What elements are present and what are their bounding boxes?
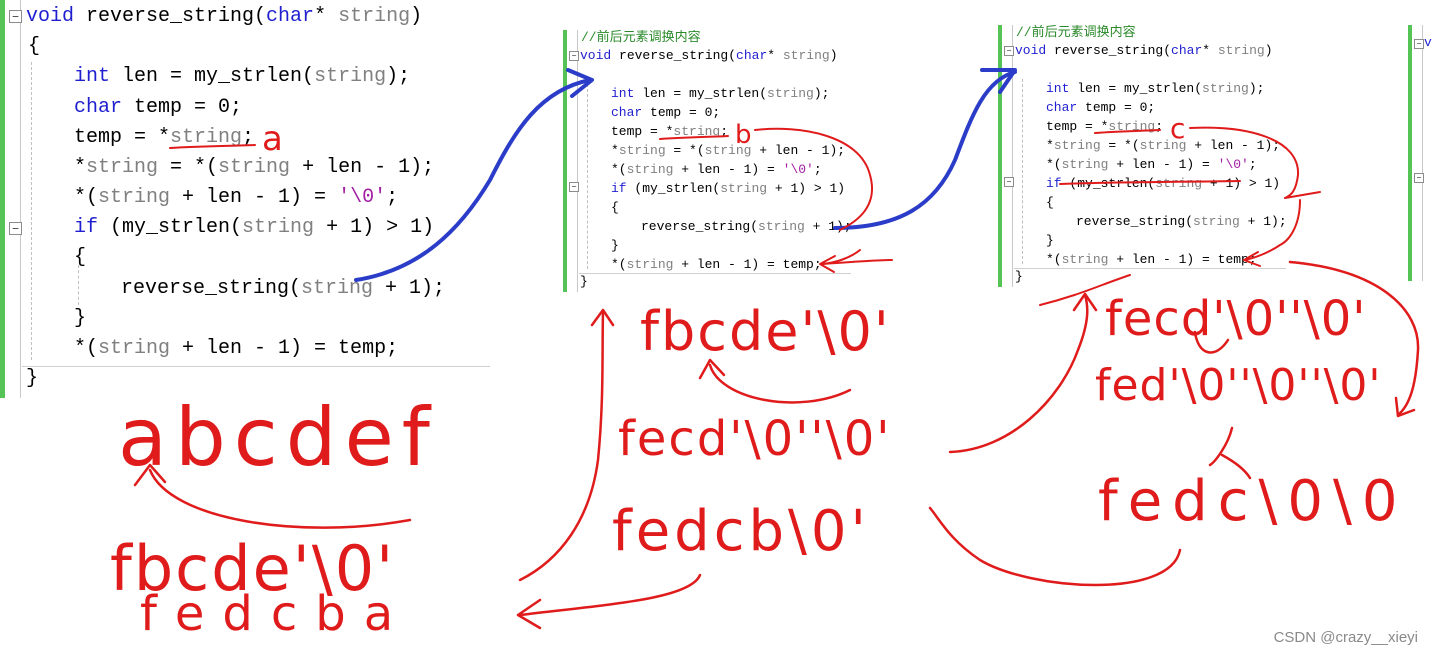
handwritten-annotations: a b c abcdef fbcde'\0' fedcba fbcde'\0' … <box>110 68 1420 642</box>
note-row3: fedcba <box>140 586 411 642</box>
note-p3-row2: fed'\0''\0''\0' <box>1095 360 1382 411</box>
blue-arrow-1 <box>354 78 592 282</box>
note-p2-row2: fecd'\0''\0' <box>618 411 892 467</box>
blue-arrow-2 <box>833 70 1017 230</box>
note-p3-row3: fedc\0\0 <box>1098 469 1408 534</box>
watermark: CSDN @crazy__xieyi <box>1273 629 1418 646</box>
note-row1: abcdef <box>118 391 438 484</box>
note-c: c <box>1170 112 1185 145</box>
note-p3-row1: fecd'\0''\0' <box>1105 291 1367 347</box>
note-p2-row1: fbcde'\0' <box>640 300 891 363</box>
note-b: b <box>735 120 752 150</box>
note-a: a <box>262 119 283 159</box>
note-p2-row3: fedcb\0' <box>612 499 870 564</box>
